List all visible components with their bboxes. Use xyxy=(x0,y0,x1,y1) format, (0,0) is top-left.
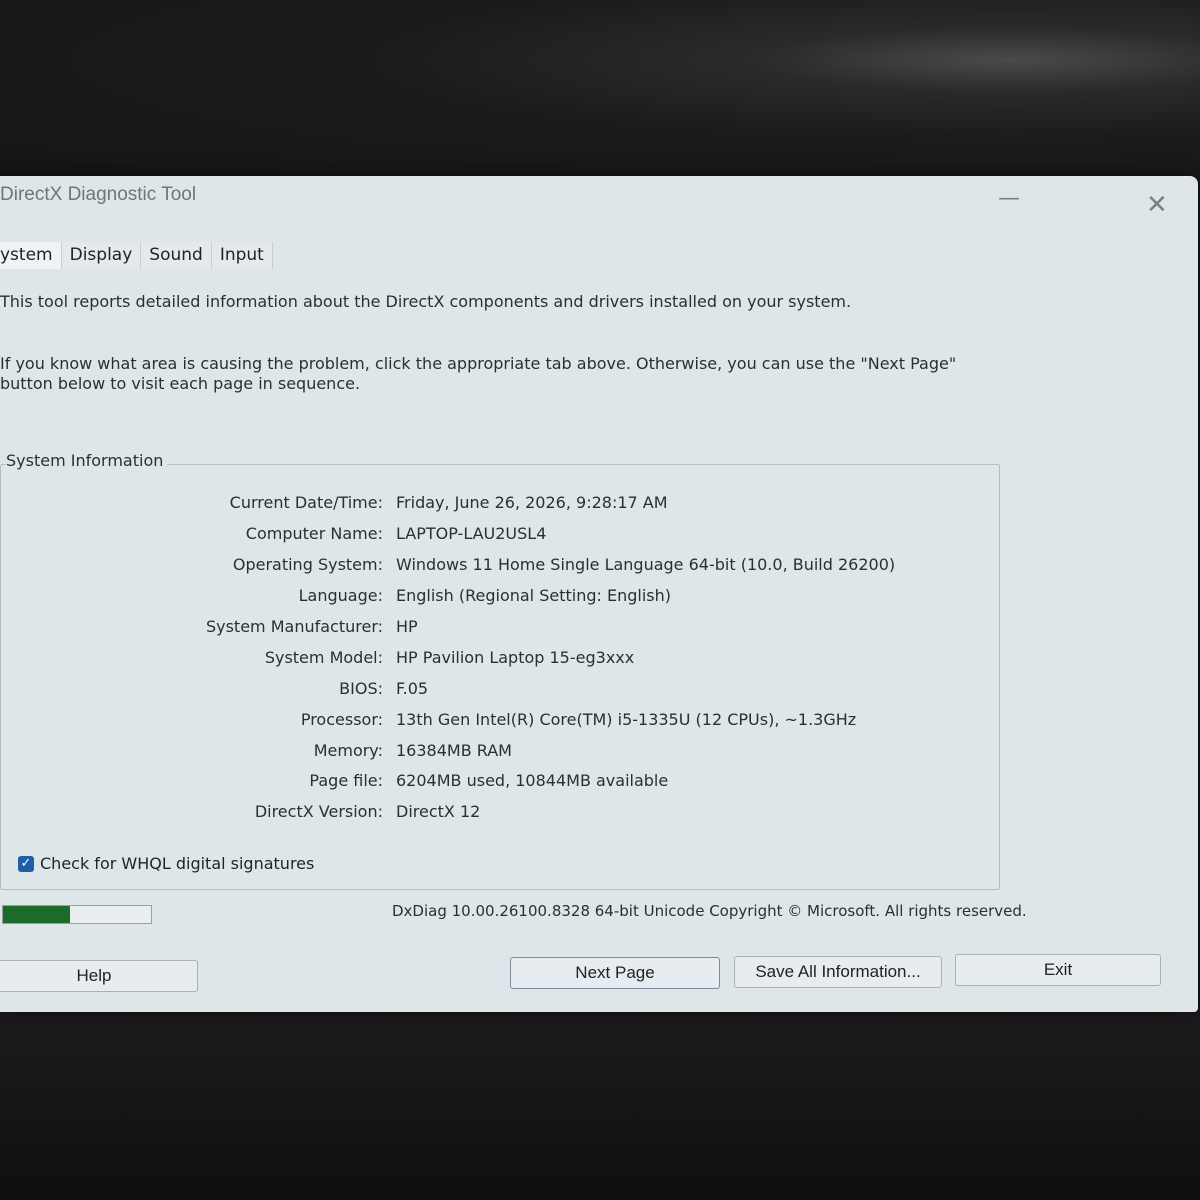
tab-bar: ystem Display Sound Input xyxy=(0,242,273,269)
info-label: System Model: xyxy=(264,648,383,667)
info-label: Computer Name: xyxy=(245,524,383,543)
info-value: 16384MB RAM xyxy=(396,741,512,760)
dxdiag-window: DirectX Diagnostic Tool — ✕ ystem Displa… xyxy=(0,176,1198,1012)
info-label: Current Date/Time: xyxy=(229,493,383,512)
info-row: Current Date/Time: Friday, June 26, 2026… xyxy=(1,493,1001,517)
tab-system[interactable]: ystem xyxy=(0,242,62,269)
tab-input[interactable]: Input xyxy=(211,242,273,269)
info-value: 6204MB used, 10844MB available xyxy=(396,771,669,790)
minimize-button[interactable]: — xyxy=(998,186,1020,211)
info-label: Language: xyxy=(298,586,383,605)
info-row: BIOS: F.05 xyxy=(1,679,1001,703)
help-button[interactable]: Help xyxy=(0,960,198,992)
info-label: Memory: xyxy=(313,741,383,760)
info-value: Friday, June 26, 2026, 9:28:17 AM xyxy=(396,493,668,512)
info-row: DirectX Version: DirectX 12 xyxy=(1,802,1001,826)
info-row: Page file: 6204MB used, 10844MB availabl… xyxy=(1,771,1001,795)
info-row: System Manufacturer: HP xyxy=(1,617,1001,641)
next-page-button[interactable]: Next Page xyxy=(510,957,720,989)
progress-fill xyxy=(3,906,70,923)
window-title: DirectX Diagnostic Tool xyxy=(0,184,197,205)
info-value: HP xyxy=(396,617,418,636)
version-copyright-text: DxDiag 10.00.26100.8328 64-bit Unicode C… xyxy=(392,902,1027,920)
info-row: Language: English (Regional Setting: Eng… xyxy=(1,586,1001,610)
info-row: Memory: 16384MB RAM xyxy=(1,741,1001,765)
whql-label: Check for WHQL digital signatures xyxy=(40,854,315,873)
tab-display[interactable]: Display xyxy=(61,242,142,269)
close-icon[interactable]: ✕ xyxy=(1146,190,1168,220)
info-label: BIOS: xyxy=(339,679,383,698)
progress-bar xyxy=(2,905,152,924)
info-label: Processor: xyxy=(300,710,383,729)
info-value: F.05 xyxy=(396,679,429,698)
info-row: Operating System: Windows 11 Home Single… xyxy=(1,555,1001,579)
info-value: 13th Gen Intel(R) Core(TM) i5-1335U (12 … xyxy=(396,710,857,729)
info-row: Processor: 13th Gen Intel(R) Core(TM) i5… xyxy=(1,710,1001,734)
save-all-information-button[interactable]: Save All Information... xyxy=(734,956,942,988)
info-value: HP Pavilion Laptop 15-eg3xxx xyxy=(396,648,635,667)
info-value: DirectX 12 xyxy=(396,802,481,821)
whql-checkbox-row[interactable]: ✓ Check for WHQL digital signatures xyxy=(18,854,314,873)
info-value: LAPTOP-LAU2USL4 xyxy=(396,524,547,543)
description-line1: This tool reports detailed information a… xyxy=(0,292,852,311)
info-label: Page file: xyxy=(309,771,383,790)
screen-bezel-bottom xyxy=(0,1010,1200,1200)
exit-button[interactable]: Exit xyxy=(955,954,1161,986)
info-label: System Manufacturer: xyxy=(205,617,383,636)
info-label: DirectX Version: xyxy=(254,802,383,821)
info-row: Computer Name: LAPTOP-LAU2USL4 xyxy=(1,524,1001,548)
info-row: System Model: HP Pavilion Laptop 15-eg3x… xyxy=(1,648,1001,672)
info-label: Operating System: xyxy=(232,555,383,574)
system-info-group-label: System Information xyxy=(6,451,168,470)
screen-bezel-top xyxy=(0,0,1200,185)
info-value: English (Regional Setting: English) xyxy=(396,586,671,605)
tab-sound[interactable]: Sound xyxy=(141,242,212,269)
info-value: Windows 11 Home Single Language 64-bit (… xyxy=(396,555,896,574)
whql-checkbox[interactable]: ✓ xyxy=(18,855,34,872)
description-line2: If you know what area is causing the pro… xyxy=(0,354,957,393)
system-info-group: Current Date/Time: Friday, June 26, 2026… xyxy=(0,464,1000,890)
